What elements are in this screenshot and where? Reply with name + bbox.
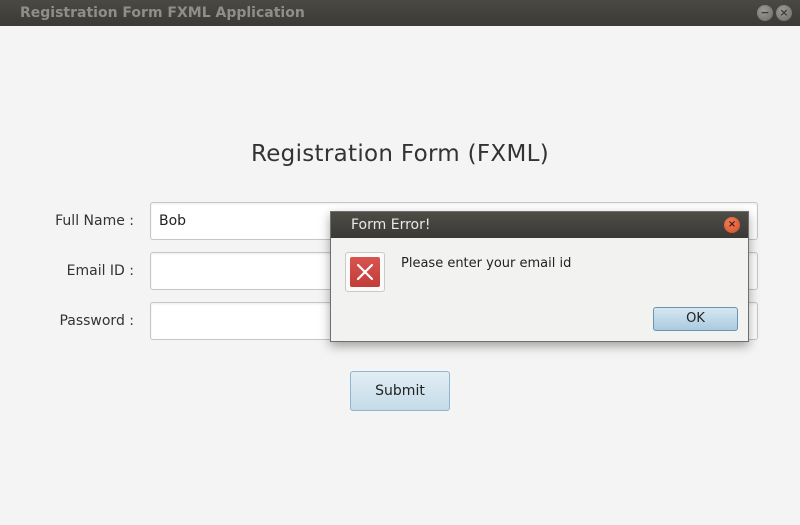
window-title: Registration Form FXML Application bbox=[20, 5, 305, 21]
dialog-body: Please enter your email id OK bbox=[331, 238, 748, 341]
error-dialog: Form Error! × Please enter your email id… bbox=[330, 211, 749, 342]
close-icon[interactable]: × bbox=[776, 5, 792, 21]
submit-button[interactable]: Submit bbox=[350, 371, 450, 411]
full-name-label: Full Name : bbox=[55, 213, 134, 229]
page-title: Registration Form (FXML) bbox=[250, 141, 550, 167]
error-icon-frame bbox=[345, 252, 385, 292]
window-titlebar[interactable]: Registration Form FXML Application − × bbox=[0, 0, 800, 26]
ok-button[interactable]: OK bbox=[653, 307, 738, 331]
password-label: Password : bbox=[59, 313, 134, 329]
dialog-title: Form Error! bbox=[351, 217, 431, 233]
minimize-icon[interactable]: − bbox=[757, 5, 773, 21]
error-x-icon bbox=[350, 257, 380, 287]
dialog-titlebar[interactable]: Form Error! × bbox=[331, 212, 748, 238]
email-label: Email ID : bbox=[66, 263, 134, 279]
dialog-close-icon[interactable]: × bbox=[724, 217, 740, 233]
app-window: Registration Form FXML Application − × R… bbox=[0, 0, 800, 525]
dialog-message: Please enter your email id bbox=[401, 256, 572, 271]
